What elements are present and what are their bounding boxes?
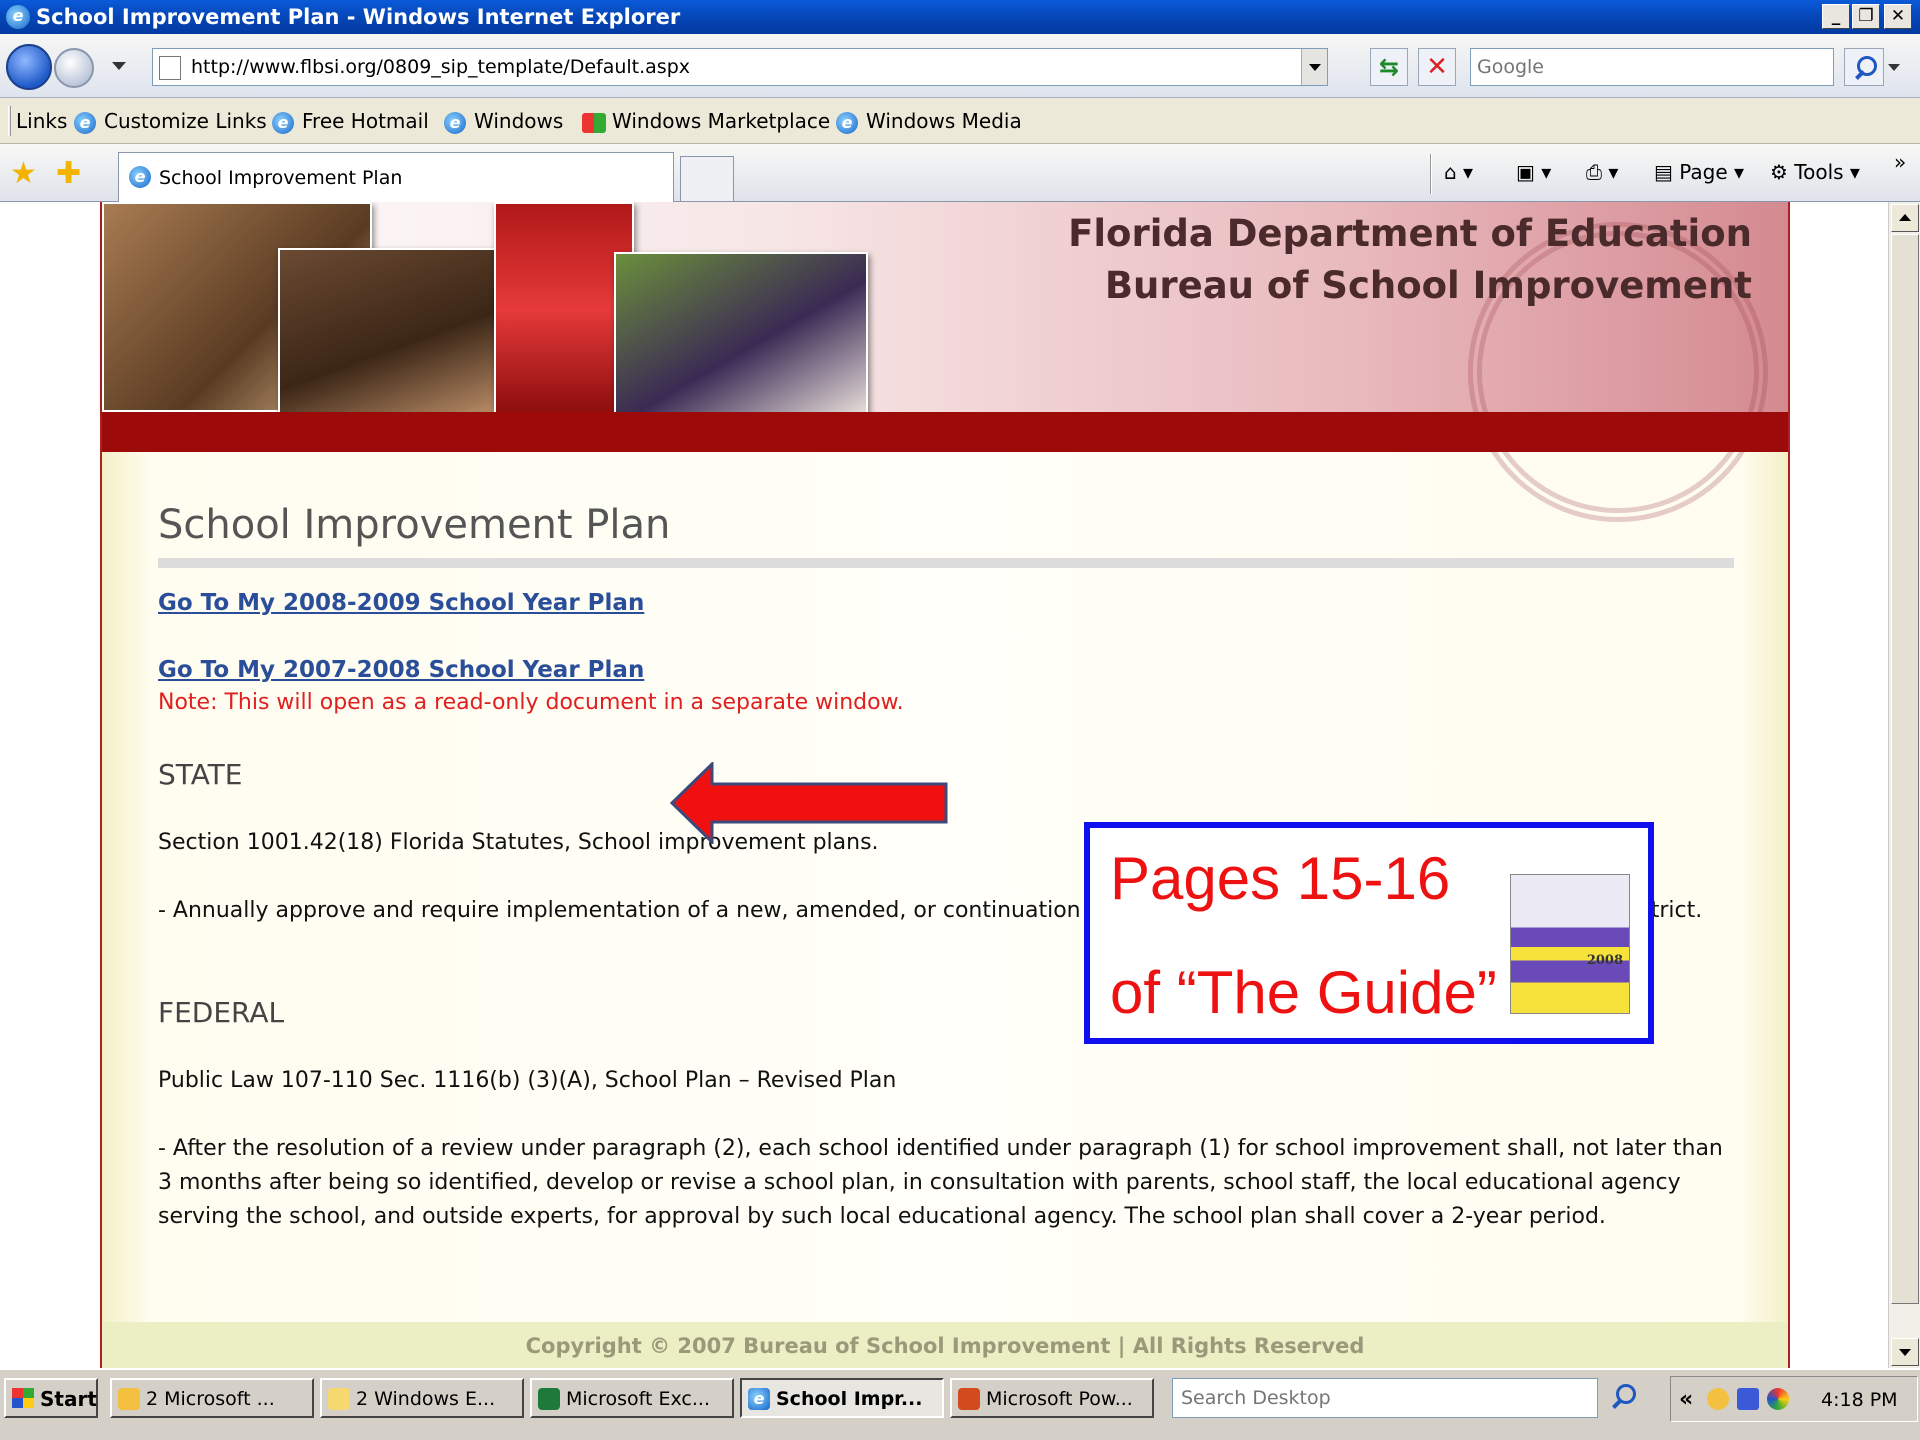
excel-icon — [538, 1388, 560, 1410]
search-input[interactable] — [1471, 49, 1833, 85]
federal-citation: Public Law 107-110 Sec. 1116(b) (3)(A), … — [158, 1068, 897, 1093]
link-2007-2008-plan[interactable]: Go To My 2007-2008 School Year Plan — [158, 657, 644, 683]
desktop-search-input[interactable] — [1173, 1379, 1597, 1417]
address-toolbar: http://www.flbsi.org/0809_sip_template/D… — [0, 34, 1920, 98]
taskbar: Start 2 Microsoft ... 2 Windows E... Mic… — [0, 1368, 1920, 1440]
ie-page-icon: e — [836, 111, 858, 134]
window-title: School Improvement Plan - Windows Intern… — [36, 5, 681, 29]
tab-label: School Improvement Plan — [159, 167, 403, 189]
title-bar: e School Improvement Plan - Windows Inte… — [0, 0, 1920, 34]
outlook-tray-icon[interactable] — [1707, 1388, 1729, 1410]
more-commands-icon[interactable]: » — [1894, 150, 1906, 174]
desktop-search-field[interactable] — [1172, 1378, 1598, 1418]
ie-page-icon: e — [74, 111, 96, 134]
windows-logo-icon — [12, 1388, 34, 1408]
callout-guide: of “The Guide” — [1110, 959, 1497, 1026]
graduate-photo — [494, 202, 634, 418]
guide-callout-box: Pages 15-16 of “The Guide” 2008 — [1084, 822, 1654, 1044]
link-windows[interactable]: e Windows — [444, 109, 563, 134]
system-tray: « 4:18 PM — [1670, 1376, 1918, 1422]
restore-button[interactable]: ❐ — [1852, 4, 1880, 29]
book-year: 2008 — [1586, 953, 1623, 968]
toolbar-grip[interactable] — [8, 106, 11, 136]
print-icon[interactable]: ⎙ ▾ — [1586, 160, 1618, 184]
page-viewport: Florida Department of Education Bureau o… — [0, 202, 1888, 1368]
link-customize-links[interactable]: e Customize Links — [74, 109, 267, 134]
family-graduation-photo — [614, 252, 868, 422]
toolbar-separator — [1430, 154, 1432, 194]
add-favorites-icon[interactable]: ✚ — [56, 156, 81, 191]
address-field[interactable]: http://www.flbsi.org/0809_sip_template/D… — [152, 48, 1328, 86]
classroom-photo — [278, 248, 498, 428]
title-divider — [158, 558, 1734, 568]
tab-school-improvement-plan[interactable]: e School Improvement Plan — [118, 152, 674, 202]
taskbar-item-ie[interactable]: e School Impr... — [740, 1378, 944, 1418]
back-button[interactable] — [6, 44, 52, 90]
read-only-note: Note: This will open as a read-only docu… — [158, 690, 904, 715]
taskbar-item-excel[interactable]: Microsoft Exc... — [530, 1378, 734, 1418]
start-button[interactable]: Start — [4, 1378, 98, 1418]
link-windows-marketplace[interactable]: Windows Marketplace — [582, 109, 830, 133]
link-2008-2009-plan[interactable]: Go To My 2008-2009 School Year Plan — [158, 590, 644, 616]
refresh-button[interactable]: ⇆ — [1370, 48, 1408, 86]
page-footer: Copyright © 2007 Bureau of School Improv… — [102, 1322, 1788, 1368]
minimize-button[interactable]: _ — [1822, 4, 1850, 29]
new-tab-button[interactable] — [680, 156, 734, 202]
copyright-text: Copyright © 2007 Bureau of School Improv… — [525, 1334, 1365, 1358]
vertical-scrollbar[interactable] — [1888, 202, 1920, 1368]
favorites-star-icon[interactable]: ★ — [10, 156, 37, 191]
close-button[interactable]: ✕ — [1884, 4, 1912, 29]
windows-flag-icon — [582, 112, 606, 133]
link-free-hotmail[interactable]: e Free Hotmail — [272, 109, 429, 134]
tools-menu[interactable]: ⚙ Tools ▾ — [1770, 160, 1860, 184]
red-arrow-annotation — [670, 762, 948, 844]
page-icon — [159, 56, 181, 80]
page-menu[interactable]: ▤ Page ▾ — [1654, 160, 1744, 184]
forward-button[interactable] — [54, 48, 94, 88]
scroll-up-button[interactable] — [1891, 204, 1919, 232]
recent-pages-dropdown-icon[interactable] — [112, 62, 126, 70]
links-bar: Links e Customize Links e Free Hotmail e Wi… — [0, 98, 1920, 144]
powerpoint-icon — [958, 1388, 980, 1410]
ie-page-icon: e — [444, 111, 466, 134]
taskbar-item-powerpoint[interactable]: Microsoft Pow... — [950, 1378, 1154, 1418]
scroll-thumb[interactable] — [1891, 234, 1919, 1304]
callout-pages: Pages 15-16 — [1110, 845, 1451, 912]
banner-stripe — [102, 412, 1788, 452]
search-options-dropdown-icon[interactable] — [1888, 64, 1900, 71]
ie-icon: e — [748, 1388, 770, 1410]
network-tray-icon[interactable] — [1737, 1388, 1759, 1410]
home-icon[interactable]: ⌂ ▾ — [1444, 160, 1473, 184]
outlook-icon — [118, 1388, 140, 1410]
search-icon[interactable] — [1844, 48, 1884, 86]
federal-heading: FEDERAL — [158, 996, 285, 1029]
ie-page-icon: e — [129, 166, 151, 188]
org-name: Florida Department of Education — [1068, 212, 1752, 255]
show-hidden-icons-button[interactable]: « — [1679, 1387, 1693, 1412]
links-label: Links — [16, 109, 68, 133]
scroll-down-button[interactable] — [1891, 1338, 1919, 1366]
ie-page-icon: e — [272, 111, 294, 134]
chrome-tray-icon[interactable] — [1767, 1388, 1789, 1410]
ie-logo-icon: e — [6, 5, 30, 29]
taskbar-item-explorer[interactable]: 2 Windows E... — [320, 1378, 524, 1418]
address-dropdown-icon[interactable] — [1301, 49, 1327, 85]
federal-text: - After the resolution of a review under… — [158, 1136, 1723, 1229]
taskbar-item-outlook[interactable]: 2 Microsoft ... — [110, 1378, 314, 1418]
org-subname: Bureau of School Improvement — [1104, 264, 1752, 307]
search-field[interactable] — [1470, 48, 1834, 86]
link-windows-media[interactable]: e Windows Media — [836, 109, 1022, 134]
site-banner: Florida Department of Education Bureau o… — [102, 202, 1788, 522]
desktop-search-icon[interactable] — [1604, 1378, 1644, 1418]
stop-button[interactable]: ✕ — [1418, 48, 1456, 86]
feeds-icon[interactable]: ▣ ▾ — [1516, 160, 1551, 184]
clock: 4:18 PM — [1821, 1389, 1898, 1411]
guide-book-cover-image: 2008 — [1510, 874, 1630, 1014]
page-title: School Improvement Plan — [158, 502, 671, 548]
tab-bar: ★ ✚ e School Improvement Plan ⌂ ▾ ▣ ▾ ⎙ … — [0, 144, 1920, 202]
state-heading: STATE — [158, 758, 243, 791]
folder-icon — [328, 1388, 350, 1410]
url-text[interactable]: http://www.flbsi.org/0809_sip_template/D… — [191, 56, 690, 78]
